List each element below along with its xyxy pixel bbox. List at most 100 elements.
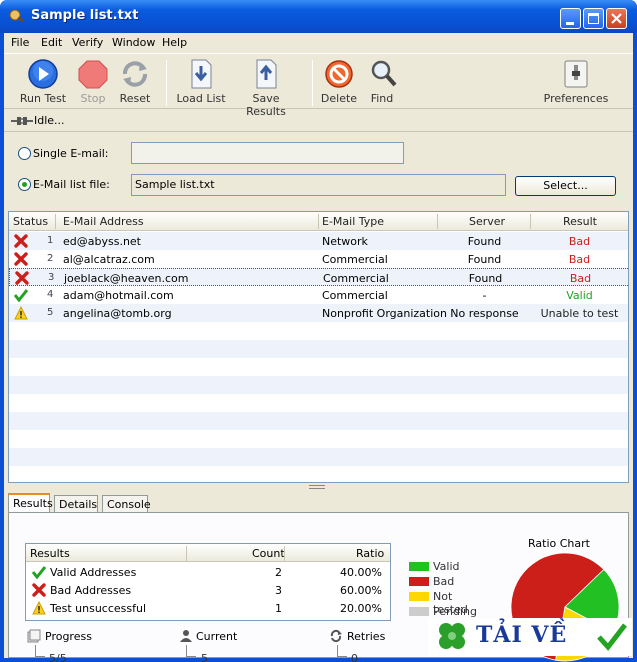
email-address: angelina@tomb.org	[63, 307, 172, 320]
minimize-button[interactable]	[560, 8, 581, 29]
progress-value: 5/5	[49, 652, 67, 662]
empty-table-row	[9, 376, 628, 394]
input-options: Single E-mail: E-Mail list file: Sample …	[4, 133, 633, 209]
table-row[interactable]: 2 al@alcatraz.com Commercial Found Bad	[9, 250, 628, 268]
results-count: 3	[275, 584, 282, 597]
legend-label: Valid	[433, 560, 460, 573]
email-list-file-field[interactable]: Sample list.txt	[131, 174, 506, 196]
row-number: 1	[47, 235, 54, 246]
load-list-button[interactable]: Load List	[176, 58, 226, 105]
email-list-radio[interactable]	[18, 178, 31, 191]
results-label: Test unsuccessful	[50, 602, 147, 615]
results-table-header: Results Count Ratio	[26, 544, 390, 562]
table-row[interactable]: 1 ed@abyss.net Network Found Bad	[9, 232, 628, 251]
server-status: No response	[450, 307, 519, 320]
col-type[interactable]: E-Mail Type	[322, 215, 384, 228]
table-row[interactable]: 5 angelina@tomb.org Nonprofit Organization…	[9, 304, 628, 323]
preferences-label: Preferences	[543, 92, 609, 105]
email-type: Commercial	[322, 289, 388, 302]
close-button[interactable]	[606, 8, 627, 29]
results-row[interactable]: Test unsuccessful 1 20.00%	[26, 599, 390, 617]
col-ratio[interactable]: Ratio	[356, 547, 384, 560]
checkmark-icon	[597, 623, 627, 651]
retries-label: Retries	[347, 630, 386, 643]
email-type: Nonprofit Organization	[322, 307, 447, 320]
col-result[interactable]: Result	[563, 215, 597, 228]
column-divider	[55, 214, 56, 229]
empty-table-row	[9, 412, 628, 430]
col-count[interactable]: Count	[252, 547, 285, 560]
empty-table-row	[9, 358, 628, 376]
load-list-icon	[191, 59, 212, 89]
run-test-button[interactable]: Run Test	[19, 58, 67, 105]
menu-edit[interactable]: Edit	[41, 36, 62, 49]
legend-label: Pending	[433, 605, 477, 618]
search-icon	[371, 60, 397, 87]
splitter-handle[interactable]	[8, 485, 629, 493]
valid-icon	[31, 565, 47, 582]
empty-table-row	[9, 466, 628, 482]
plug-icon	[11, 117, 33, 125]
result-status: Bad	[568, 235, 591, 248]
col-server[interactable]: Server	[469, 215, 505, 228]
menu-verify[interactable]: Verify	[72, 36, 103, 49]
server-status: Found	[468, 272, 503, 285]
menu-file[interactable]: File	[11, 36, 29, 49]
progress-label: Progress	[45, 630, 92, 643]
delete-button[interactable]: Delete	[320, 58, 358, 105]
warning-icon	[14, 305, 28, 323]
tab-strip: Results Details Console	[8, 493, 629, 513]
email-list-label: E-Mail list file:	[33, 178, 110, 191]
toolbar-separator	[312, 60, 313, 106]
menu-help[interactable]: Help	[162, 36, 187, 49]
title-bar[interactable]: Sample list.txt	[0, 0, 637, 33]
tab-console[interactable]: Console	[102, 495, 151, 513]
reset-button[interactable]: Reset	[116, 58, 154, 105]
select-file-button[interactable]: Select...	[515, 176, 616, 196]
stop-label: Stop	[80, 92, 106, 105]
results-row[interactable]: Valid Addresses 2 40.00%	[26, 563, 390, 581]
legend-swatch	[409, 592, 429, 601]
tree-connector	[337, 645, 347, 657]
single-email-radio[interactable]	[18, 147, 31, 160]
email-address: adam@hotmail.com	[63, 289, 174, 302]
load-list-label: Load List	[176, 92, 226, 105]
legend-swatch	[409, 562, 429, 571]
col-email[interactable]: E-Mail Address	[63, 215, 144, 228]
col-results[interactable]: Results	[30, 547, 70, 560]
find-button[interactable]: Find	[367, 58, 397, 105]
maximize-button[interactable]	[583, 8, 604, 29]
row-number: 2	[47, 253, 54, 264]
preferences-button[interactable]: Preferences	[541, 58, 611, 105]
client-area: File Edit Verify Window Help Run Test St…	[4, 33, 633, 662]
reset-icon	[123, 61, 147, 87]
email-address: al@alcatraz.com	[63, 253, 155, 266]
row-number: 3	[48, 272, 55, 283]
stop-button[interactable]: Stop	[75, 58, 111, 105]
play-icon	[28, 59, 58, 89]
server-status: Found	[467, 253, 502, 266]
results-row[interactable]: Bad Addresses 3 60.00%	[26, 581, 390, 599]
preferences-icon	[564, 60, 588, 88]
tab-results[interactable]: Results	[8, 493, 53, 513]
single-email-label: Single E-mail:	[33, 147, 109, 160]
save-results-button[interactable]: Save Results	[231, 58, 301, 118]
table-row[interactable]: 3 joeblack@heaven.com Commercial Found Bad	[9, 268, 628, 286]
tab-details[interactable]: Details	[54, 495, 98, 513]
table-row[interactable]: 4 adam@hotmail.com Commercial - Valid	[9, 286, 628, 305]
results-ratio: 60.00%	[340, 584, 382, 597]
single-email-field[interactable]	[131, 142, 404, 164]
column-divider	[284, 546, 285, 561]
empty-table-row	[9, 394, 628, 412]
menu-window[interactable]: Window	[112, 36, 155, 49]
find-label: Find	[370, 92, 394, 105]
bad-icon	[14, 234, 28, 251]
window-title: Sample list.txt	[31, 8, 139, 23]
result-status: Valid	[566, 289, 593, 302]
stop-icon	[78, 60, 108, 89]
col-status[interactable]: Status	[13, 215, 48, 228]
valid-icon	[13, 288, 29, 305]
ratio-chart-title: Ratio Chart	[528, 537, 590, 550]
server-status: -	[482, 289, 487, 302]
user-icon	[180, 630, 192, 642]
